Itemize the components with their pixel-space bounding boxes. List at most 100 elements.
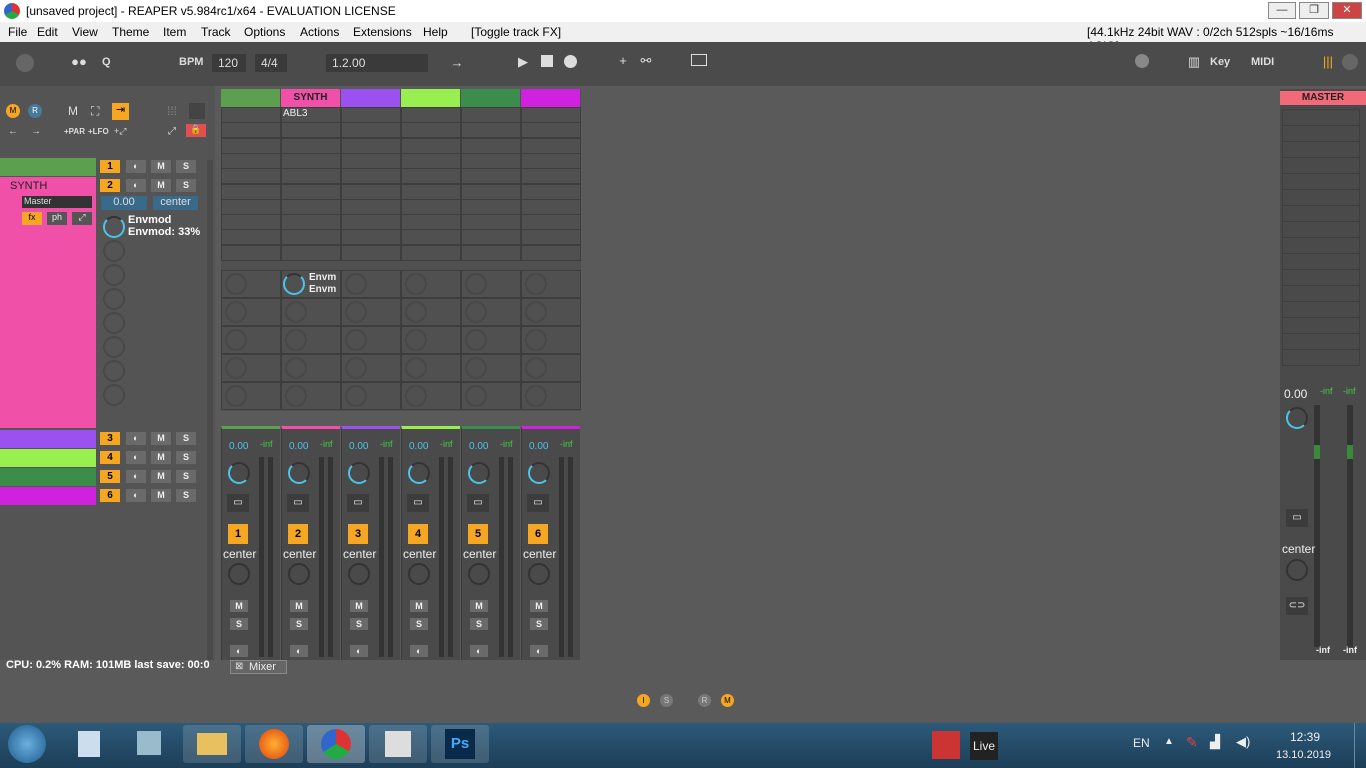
phase-icon[interactable]: ◐ (126, 179, 146, 192)
clip-slot[interactable] (401, 137, 461, 154)
strip-solo-button[interactable]: S (410, 618, 428, 630)
bpm-value[interactable]: 120 (212, 54, 246, 72)
mute-button[interactable]: M (151, 432, 171, 445)
record-icon[interactable] (564, 55, 577, 68)
sketchup-icon[interactable] (932, 731, 960, 759)
master-slot[interactable] (1282, 141, 1360, 158)
clip-slot[interactable] (221, 244, 281, 261)
record-toggle[interactable]: R (698, 694, 711, 707)
solo-button[interactable]: S (176, 489, 196, 502)
strip-pan[interactable]: center (343, 547, 376, 561)
phase-icon[interactable]: ◐ (126, 160, 146, 173)
clip-slot[interactable] (281, 244, 341, 261)
input-toggle[interactable]: I (637, 694, 650, 707)
param-slot[interactable] (461, 326, 521, 354)
strip-solo-button[interactable]: S (470, 618, 488, 630)
strip-volume[interactable]: 0.00 (229, 441, 248, 452)
link-icon[interactable]: ⚯ (639, 53, 653, 69)
empty-knob[interactable] (103, 240, 125, 262)
solo-button[interactable]: S (176, 451, 196, 464)
strip-pan[interactable]: center (223, 547, 256, 561)
clip-slot[interactable] (521, 137, 581, 154)
bars-icon[interactable]: ||| (1321, 54, 1335, 69)
clock-date[interactable]: 13.10.2019 (1276, 749, 1331, 761)
strip-pan-knob[interactable] (288, 563, 310, 585)
track-row-5[interactable]: 5 ◐ M S (0, 468, 215, 487)
param-slot[interactable] (281, 382, 341, 410)
fx-button[interactable]: fx (22, 212, 42, 225)
strip-mute-button[interactable]: M (410, 600, 428, 612)
param-slot[interactable] (521, 354, 581, 382)
r-toggle[interactable]: R (28, 104, 42, 118)
menu-help[interactable]: Help (423, 25, 448, 39)
volume-icon[interactable]: ◀) (1236, 734, 1250, 750)
clock-time[interactable]: 12:39 (1290, 730, 1320, 744)
curve-icon[interactable]: ⤢ (72, 212, 92, 225)
param-slot[interactable] (221, 382, 281, 410)
clip-slot[interactable] (281, 168, 341, 185)
param-slot[interactable] (401, 354, 461, 382)
track-number[interactable]: 4 (100, 451, 120, 464)
clip-slot[interactable] (461, 168, 521, 185)
phase-icon[interactable]: ◐ (126, 432, 146, 445)
globe-icon[interactable] (1135, 54, 1149, 68)
back-icon[interactable]: ← (8, 126, 18, 137)
strip-volume[interactable]: 0.00 (469, 441, 488, 452)
strip-mute-button[interactable]: M (530, 600, 548, 612)
route-icon[interactable]: ▭ (527, 494, 549, 512)
forward-icon[interactable]: → (31, 126, 41, 137)
track-name[interactable]: SYNTH (10, 180, 47, 192)
param-slot[interactable] (341, 354, 401, 382)
grid-icon[interactable]: ⁞⁞⁞ (167, 104, 177, 118)
maximize-button[interactable]: ❐ (1299, 2, 1329, 19)
menu-track[interactable]: Track (201, 25, 231, 39)
blank-button[interactable] (189, 103, 205, 119)
param-slot[interactable] (521, 298, 581, 326)
strip-volume[interactable]: 0.00 (289, 441, 308, 452)
track-volume[interactable]: 0.00 (101, 196, 147, 210)
clip-slot[interactable] (221, 214, 281, 231)
resize-icon[interactable]: ⤢ (168, 126, 176, 137)
network-icon[interactable]: ▟ (1210, 734, 1220, 750)
clip-slot[interactable] (281, 137, 341, 154)
clip-slot[interactable] (281, 183, 341, 200)
stereo-icon[interactable]: ⊂⊃ (1286, 597, 1308, 615)
track-row-4[interactable]: 4 ◐ M S (0, 449, 215, 468)
mute-button[interactable]: M (151, 160, 171, 173)
param-slot[interactable] (221, 354, 281, 382)
strip-solo-button[interactable]: S (230, 618, 248, 630)
empty-knob[interactable] (103, 288, 125, 310)
menu-edit[interactable]: Edit (37, 25, 58, 39)
track-row-2[interactable]: 2 ◐ M S (96, 177, 215, 196)
param-slot[interactable] (461, 298, 521, 326)
explorer-icon[interactable] (183, 725, 241, 763)
param-slot[interactable] (281, 354, 341, 382)
clip-slot[interactable] (341, 168, 401, 185)
strip-pan-knob[interactable] (528, 563, 550, 585)
close-tab-icon[interactable]: ⊠ (235, 661, 243, 672)
lock-icon[interactable]: 🔒 (186, 124, 206, 137)
clip-slot[interactable] (341, 152, 401, 169)
strip-number[interactable]: 3 (348, 524, 368, 544)
param-slot[interactable] (521, 270, 581, 298)
clip-slot[interactable] (221, 183, 281, 200)
strip-pan[interactable]: center (463, 547, 496, 561)
master-slot[interactable] (1282, 221, 1360, 238)
track-number[interactable]: 6 (100, 489, 120, 502)
piano-icon[interactable]: ▥ (1187, 54, 1201, 70)
route-icon[interactable]: ▭ (287, 494, 309, 512)
route-icon[interactable]: ▭ (227, 494, 249, 512)
param-slot[interactable] (521, 326, 581, 354)
clip-slot[interactable] (401, 152, 461, 169)
arrow-in-icon[interactable]: ⇥ (112, 103, 129, 120)
clip-slot[interactable] (401, 122, 461, 139)
route-icon[interactable]: ▭ (407, 494, 429, 512)
strip-mute-button[interactable]: M (470, 600, 488, 612)
menu-toggle-track-fx[interactable]: [Toggle track FX] (471, 25, 561, 39)
editor-icon[interactable] (369, 725, 427, 763)
menu-theme[interactable]: Theme (112, 25, 149, 39)
strip-volume[interactable]: 0.00 (409, 441, 428, 452)
clip-slot[interactable] (461, 183, 521, 200)
solo-button[interactable]: S (176, 160, 196, 173)
empty-knob[interactable] (103, 360, 125, 382)
